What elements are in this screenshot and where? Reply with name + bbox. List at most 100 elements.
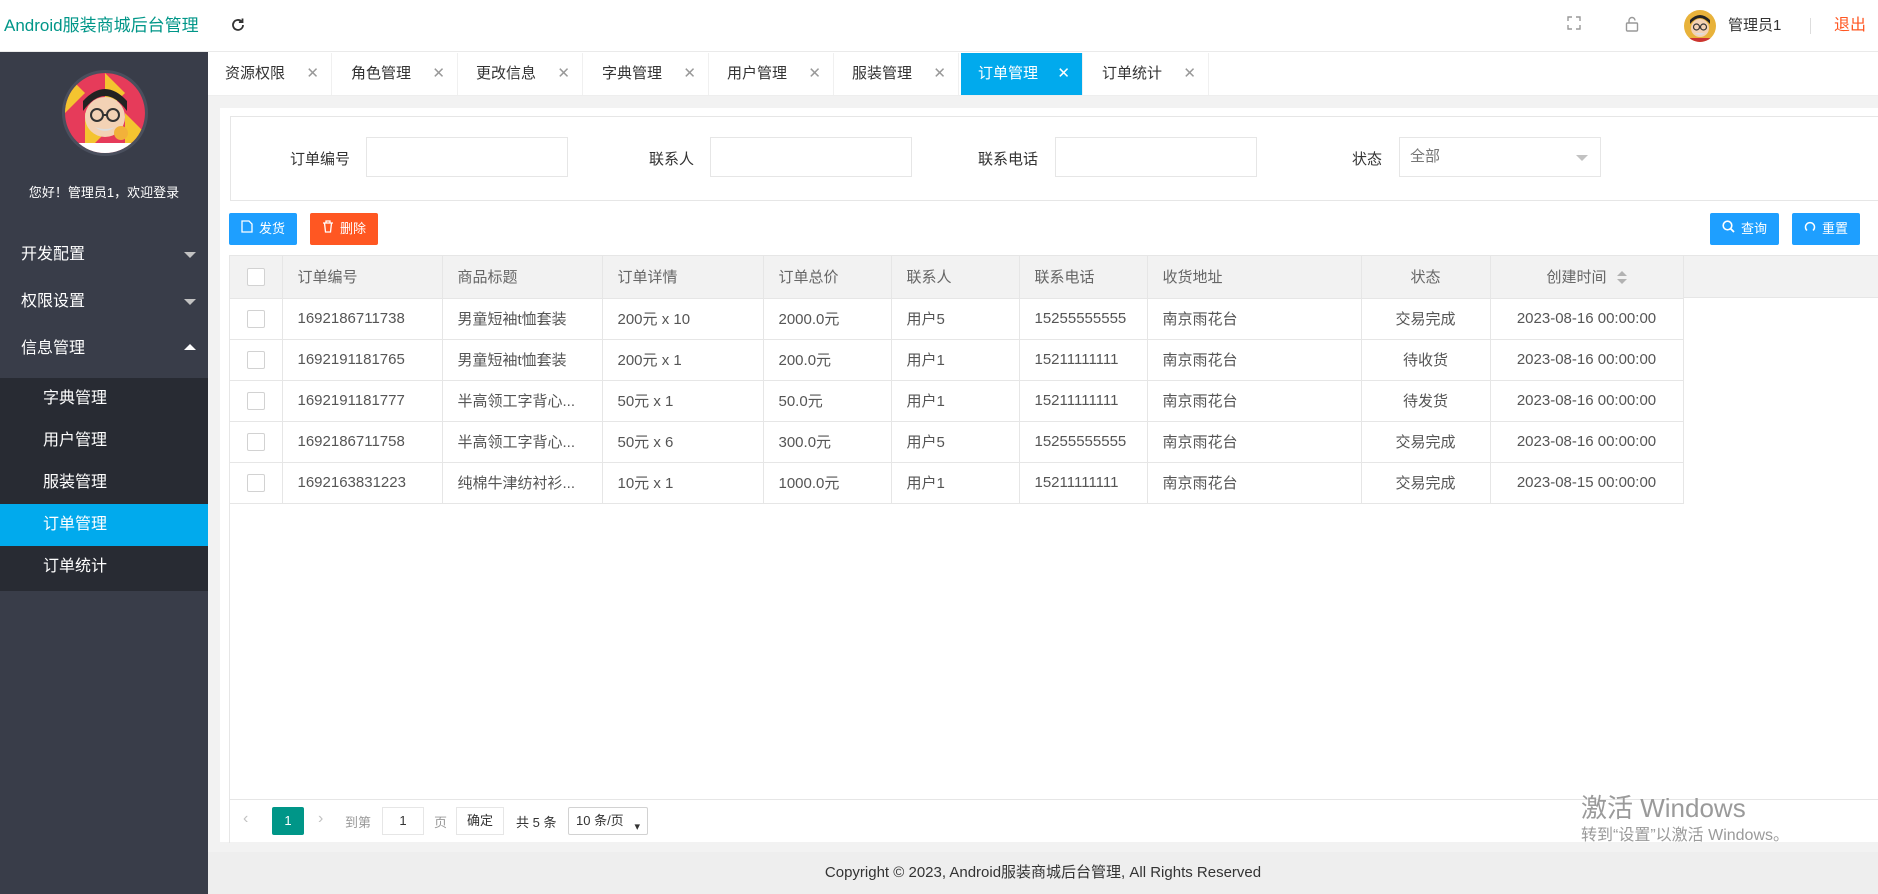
page-size-value: 10 条/页 <box>576 813 624 828</box>
nav-group-label: 信息管理 <box>21 340 86 357</box>
column-header: 订单总价 <box>763 256 892 299</box>
page-number-current[interactable]: 1 <box>272 807 304 835</box>
close-icon[interactable]: ✕ <box>683 53 696 95</box>
order-no-input[interactable] <box>366 137 568 177</box>
column-header-sortable[interactable]: 创建时间 <box>1490 256 1684 299</box>
row-select-cell[interactable] <box>230 380 283 422</box>
sidebar-item-orders[interactable]: 订单管理 <box>0 504 208 546</box>
table-cell: 2023-08-16 00:00:00 <box>1490 339 1684 381</box>
table-cell: 50元 x 1 <box>602 380 764 422</box>
table-cell: 50元 x 6 <box>602 421 764 463</box>
table-cell: 1692186711758 <box>282 421 443 463</box>
table-row[interactable]: 1692186711738 男童短袖t恤套装 200元 x 10 2000.0元 用户5… <box>230 298 1684 340</box>
sidebar-item-dictionary[interactable]: 字典管理 <box>0 378 208 420</box>
select-all-cell[interactable] <box>230 256 283 299</box>
header-avatar[interactable] <box>1684 10 1716 42</box>
next-page-icon[interactable]: › <box>318 810 323 828</box>
row-select-cell[interactable] <box>230 462 283 504</box>
nav-group-label: 权限设置 <box>21 293 86 310</box>
prev-page-icon[interactable]: ‹ <box>243 810 248 828</box>
delete-button[interactable]: 删除 <box>310 213 379 245</box>
footer-copyright: Copyright © 2023, Android服装商城后台管理, All R… <box>208 852 1878 894</box>
table-cell: 2023-08-16 00:00:00 <box>1490 298 1684 340</box>
close-icon[interactable]: ✕ <box>1183 53 1196 95</box>
table-cell: 15211111111 <box>1019 462 1148 504</box>
query-button[interactable]: 查询 <box>1710 213 1780 245</box>
row-checkbox[interactable] <box>246 350 265 369</box>
ship-button[interactable]: 发货 <box>229 213 298 245</box>
sidebar-item-clothing[interactable]: 服装管理 <box>0 462 208 504</box>
nav-group-info-management[interactable]: 信息管理 <box>0 326 208 372</box>
total-count: 共 5 条 <box>516 815 557 830</box>
tab-dictionary[interactable]: 字典管理 ✕ <box>585 53 709 95</box>
tab-label: 资源权限 <box>225 65 286 82</box>
table-cell: 南京雨花台 <box>1147 339 1362 381</box>
table-row[interactable]: 1692191181765 男童短袖t恤套装 200元 x 1 200.0元 用户1 15… <box>230 339 1684 381</box>
fullscreen-icon[interactable] <box>1564 16 1584 36</box>
page-size-select[interactable]: 10 条/页 ▾ <box>568 807 648 835</box>
close-icon[interactable]: ✕ <box>1057 53 1070 95</box>
sidebar-item-order-stats[interactable]: 订单统计 <box>0 546 208 588</box>
goto-page-input[interactable]: 1 <box>382 807 424 835</box>
row-checkbox[interactable] <box>246 432 265 451</box>
tab-orders[interactable]: 订单管理 ✕ <box>961 53 1083 95</box>
status-selected-value: 全部 <box>1410 148 1441 165</box>
chevron-down-icon <box>1576 155 1588 161</box>
tab-order-stats[interactable]: 订单统计 ✕ <box>1085 53 1209 95</box>
sidebar-item-users[interactable]: 用户管理 <box>0 420 208 462</box>
goto-confirm-button[interactable]: 确定 <box>456 807 504 835</box>
reset-button[interactable]: 重置 <box>1792 213 1861 245</box>
close-icon[interactable]: ✕ <box>933 53 946 95</box>
tab-label: 服装管理 <box>852 65 913 82</box>
table-cell: 纯棉牛津纺衬衫... <box>442 462 603 504</box>
table-cell: 200元 x 10 <box>602 298 764 340</box>
select-all-checkbox[interactable] <box>246 267 265 286</box>
row-select-cell[interactable] <box>230 339 283 381</box>
table-cell: 15255555555 <box>1019 298 1148 340</box>
nav-group-dev-config[interactable]: 开发配置 <box>0 232 208 278</box>
logout-link[interactable]: 退出 <box>1834 0 1866 52</box>
column-header-label: 创建时间 <box>1546 269 1607 287</box>
table-row[interactable]: 1692186711758 半高领工字背心... 50元 x 6 300.0元 用户5 1… <box>230 421 1684 463</box>
header-user-name[interactable]: 管理员1 <box>1728 0 1781 52</box>
column-header: 商品标题 <box>442 256 603 299</box>
table-cell: 1692163831223 <box>282 462 443 504</box>
table-row[interactable]: 1692163831223 纯棉牛津纺衬衫... 10元 x 1 1000.0元 用户1… <box>230 462 1684 504</box>
order-no-label: 订单编号 <box>290 151 351 168</box>
close-icon[interactable]: ✕ <box>557 53 570 95</box>
tab-clothing[interactable]: 服装管理 ✕ <box>835 53 959 95</box>
row-select-cell[interactable] <box>230 298 283 340</box>
tab-users[interactable]: 用户管理 ✕ <box>710 53 834 95</box>
table-cell: 200元 x 1 <box>602 339 764 381</box>
tab-label: 订单管理 <box>978 65 1039 82</box>
status-select[interactable]: 全部 <box>1399 137 1601 177</box>
top-header: Android服装商城后台管理 管理员1 退出 <box>0 0 1878 52</box>
contact-input[interactable] <box>710 137 912 177</box>
row-checkbox[interactable] <box>246 309 265 328</box>
tab-resource-permissions[interactable]: 资源权限 ✕ <box>208 53 332 95</box>
row-checkbox[interactable] <box>246 391 265 410</box>
table-cell: 男童短袖t恤套装 <box>442 298 603 340</box>
tab-change-info[interactable]: 更改信息 ✕ <box>459 53 583 95</box>
close-icon[interactable]: ✕ <box>432 53 445 95</box>
orders-table: 订单编号 商品标题 订单详情 订单总价 联系人 联系电话 收货地址 状态 创建时… <box>229 255 1878 799</box>
refresh-icon[interactable] <box>228 16 248 36</box>
row-select-cell[interactable] <box>230 421 283 463</box>
lock-icon[interactable] <box>1622 16 1642 36</box>
table-cell: 用户1 <box>891 339 1020 381</box>
sort-icon[interactable] <box>1616 271 1627 285</box>
close-icon[interactable]: ✕ <box>306 53 319 95</box>
nav-group-permissions[interactable]: 权限设置 <box>0 279 208 325</box>
sidebar-avatar <box>62 70 148 156</box>
column-header: 联系人 <box>891 256 1020 299</box>
close-icon[interactable]: ✕ <box>808 53 821 95</box>
table-cell: 交易完成 <box>1361 298 1491 340</box>
table-cell: 1692186711738 <box>282 298 443 340</box>
table-row[interactable]: 1692191181777 半高领工字背心... 50元 x 1 50.0元 用户1 15… <box>230 380 1684 422</box>
tab-role-management[interactable]: 角色管理 ✕ <box>334 53 458 95</box>
table-cell: 交易完成 <box>1361 462 1491 504</box>
phone-input[interactable] <box>1055 137 1257 177</box>
row-checkbox[interactable] <box>246 473 265 492</box>
table-cell: 2000.0元 <box>763 298 892 340</box>
search-icon <box>1722 213 1735 245</box>
